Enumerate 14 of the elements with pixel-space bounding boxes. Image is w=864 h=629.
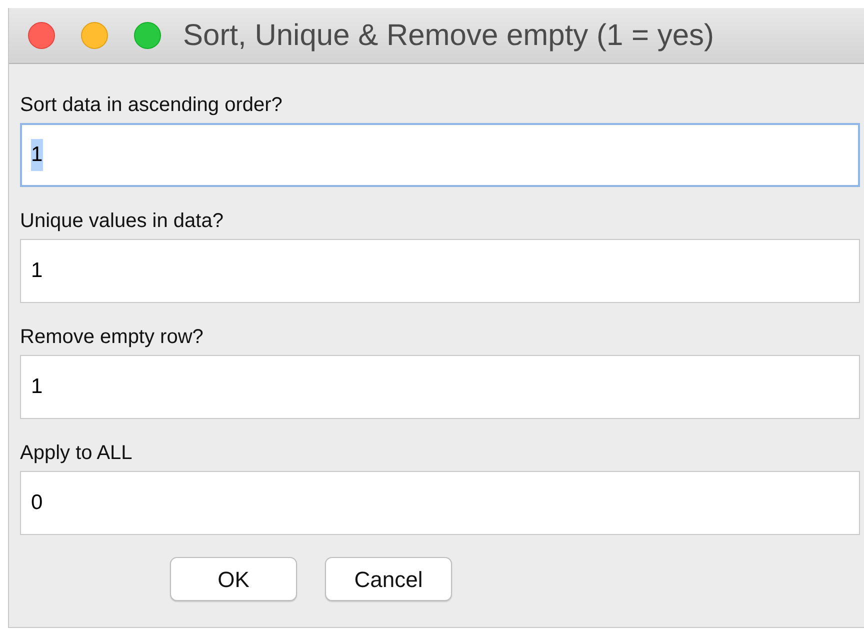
field-label: Remove empty row?	[20, 325, 204, 349]
input-field[interactable]: 0	[20, 471, 860, 535]
minimize-button[interactable]	[81, 22, 108, 49]
input-field[interactable]: 1	[20, 123, 860, 187]
field-label: Apply to ALL	[20, 441, 134, 465]
field-label: Sort data in ascending order?	[20, 93, 284, 117]
dialog-button[interactable]: Cancel	[325, 557, 452, 601]
input-field[interactable]: 1	[20, 239, 860, 303]
window-title: Sort, Unique & Remove empty (1 = yes)	[183, 18, 714, 54]
zoom-button[interactable]	[134, 22, 161, 49]
input-field[interactable]: 1	[20, 355, 860, 419]
dialog-button[interactable]: OK	[170, 557, 297, 601]
field-label: Unique values in data?	[20, 209, 224, 233]
close-button[interactable]	[28, 22, 55, 49]
